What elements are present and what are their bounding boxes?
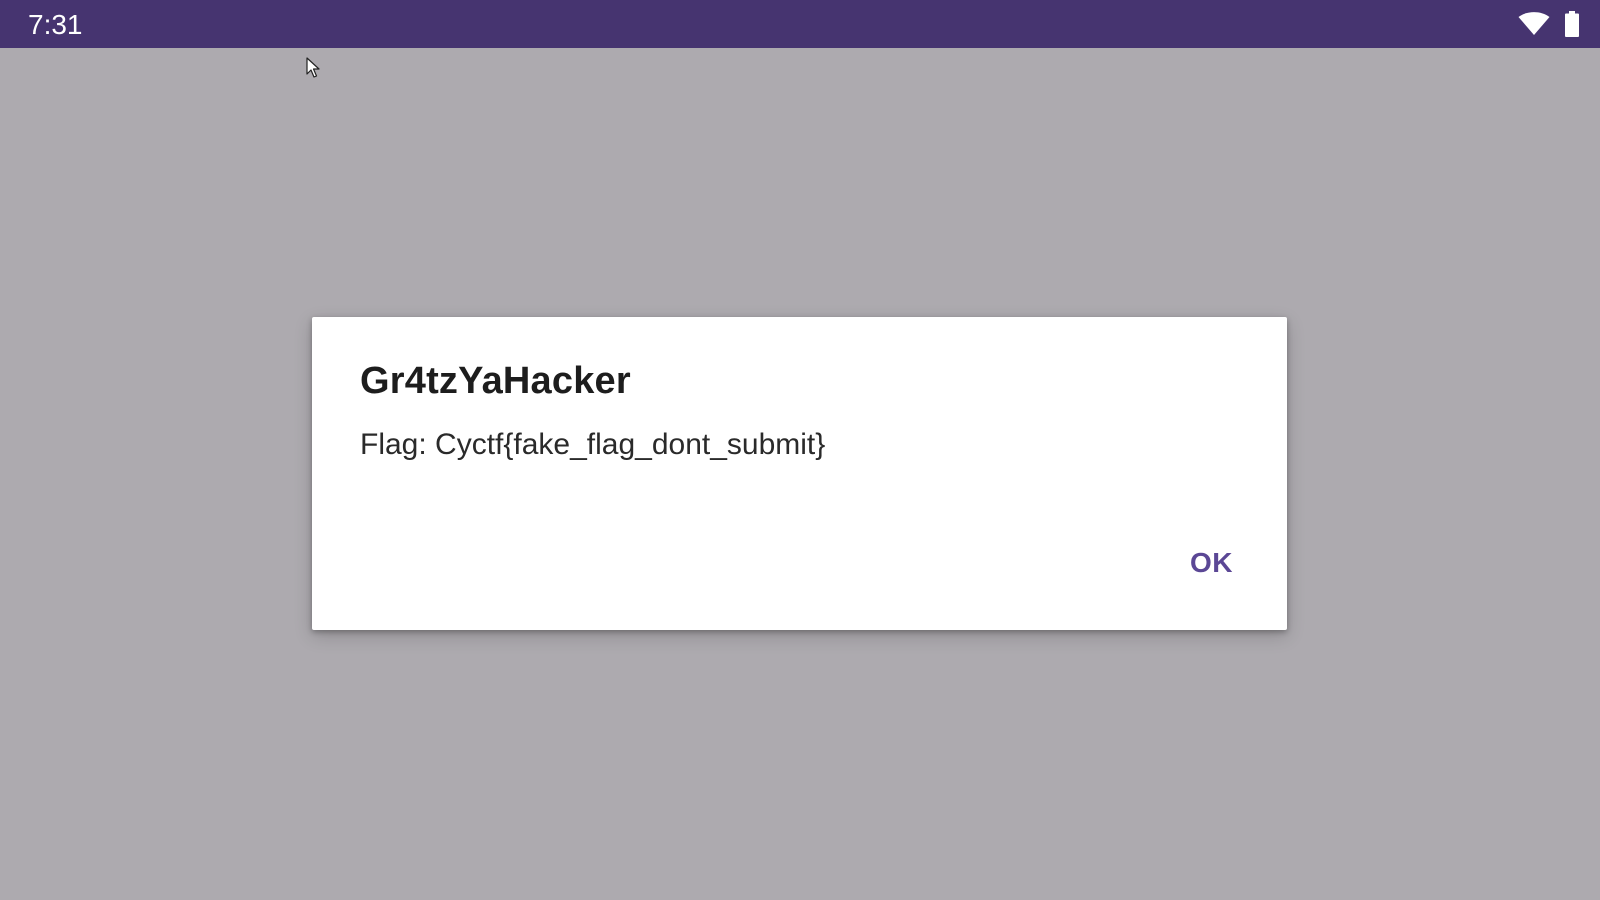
wifi-icon: [1518, 12, 1550, 36]
dialog-message: Flag: Cyctf{fake_flag_dont_submit}: [360, 428, 826, 461]
ok-button[interactable]: OK: [1176, 539, 1247, 587]
status-icons: [1518, 11, 1580, 37]
status-time: 7:31: [28, 9, 83, 40]
alert-dialog: Gr4tzYaHacker Flag: Cyctf{fake_flag_dont…: [312, 317, 1287, 630]
status-bar: 7:31: [0, 0, 1600, 48]
mouse-cursor-icon: [306, 57, 320, 84]
dialog-title: Gr4tzYaHacker: [360, 360, 631, 402]
screen: 7:31 Gr4tzYaHacker Flag: Cyctf{fake_flag…: [0, 0, 1600, 900]
battery-icon: [1564, 11, 1580, 37]
